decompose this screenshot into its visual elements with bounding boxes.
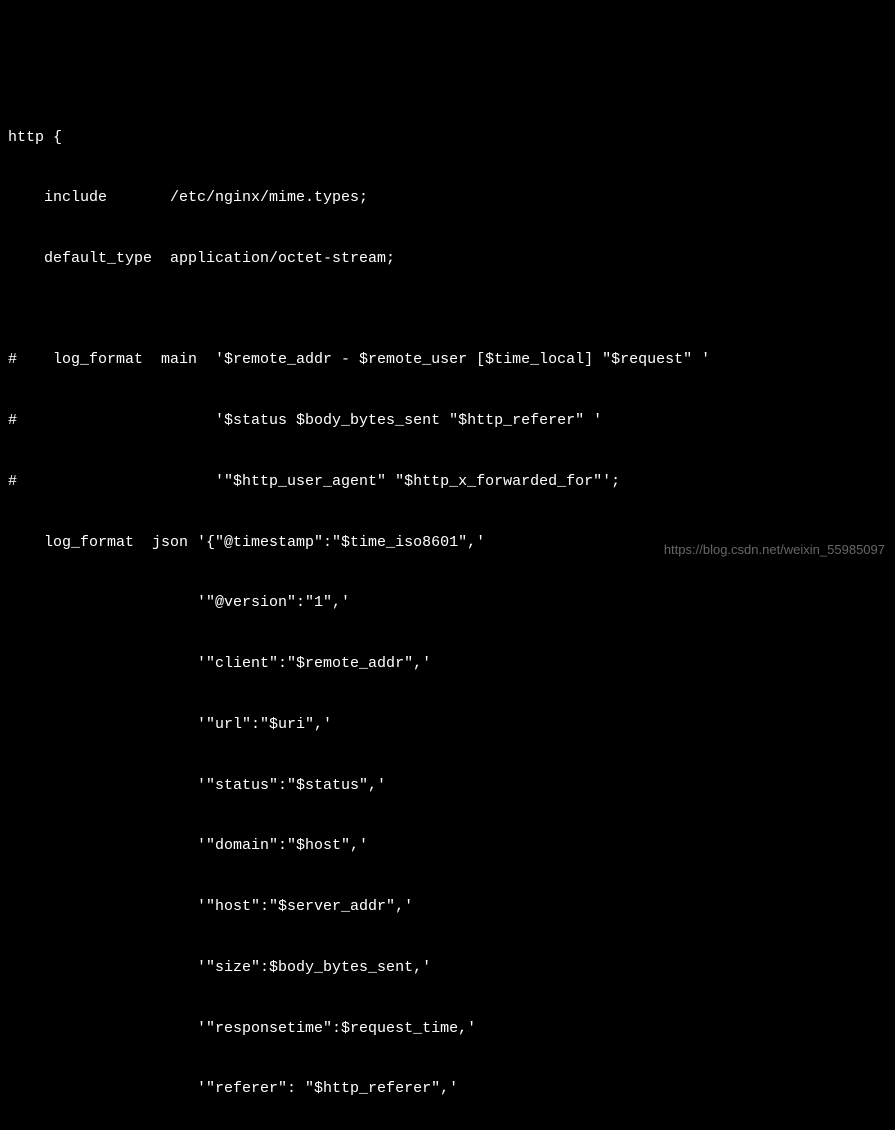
code-line: # log_format main '$remote_addr - $remot… (8, 350, 887, 370)
code-line: '"responsetime":$request_time,' (8, 1019, 887, 1039)
code-line: include /etc/nginx/mime.types; (8, 188, 887, 208)
nginx-config-block: http { include /etc/nginx/mime.types; de… (8, 87, 887, 1130)
watermark-text: https://blog.csdn.net/weixin_55985097 (664, 541, 885, 559)
code-line: # '"$http_user_agent" "$http_x_forwarded… (8, 472, 887, 492)
code-line: '"status":"$status",' (8, 776, 887, 796)
code-line: default_type application/octet-stream; (8, 249, 887, 269)
code-line: '"domain":"$host",' (8, 836, 887, 856)
code-line: # '$status $body_bytes_sent "$http_refer… (8, 411, 887, 431)
code-line: '"referer": "$http_referer",' (8, 1079, 887, 1099)
code-line: http { (8, 128, 887, 148)
code-line: '"client":"$remote_addr",' (8, 654, 887, 674)
code-line: '"@version":"1",' (8, 593, 887, 613)
code-line: '"host":"$server_addr",' (8, 897, 887, 917)
code-line: '"url":"$uri",' (8, 715, 887, 735)
code-line: '"size":$body_bytes_sent,' (8, 958, 887, 978)
